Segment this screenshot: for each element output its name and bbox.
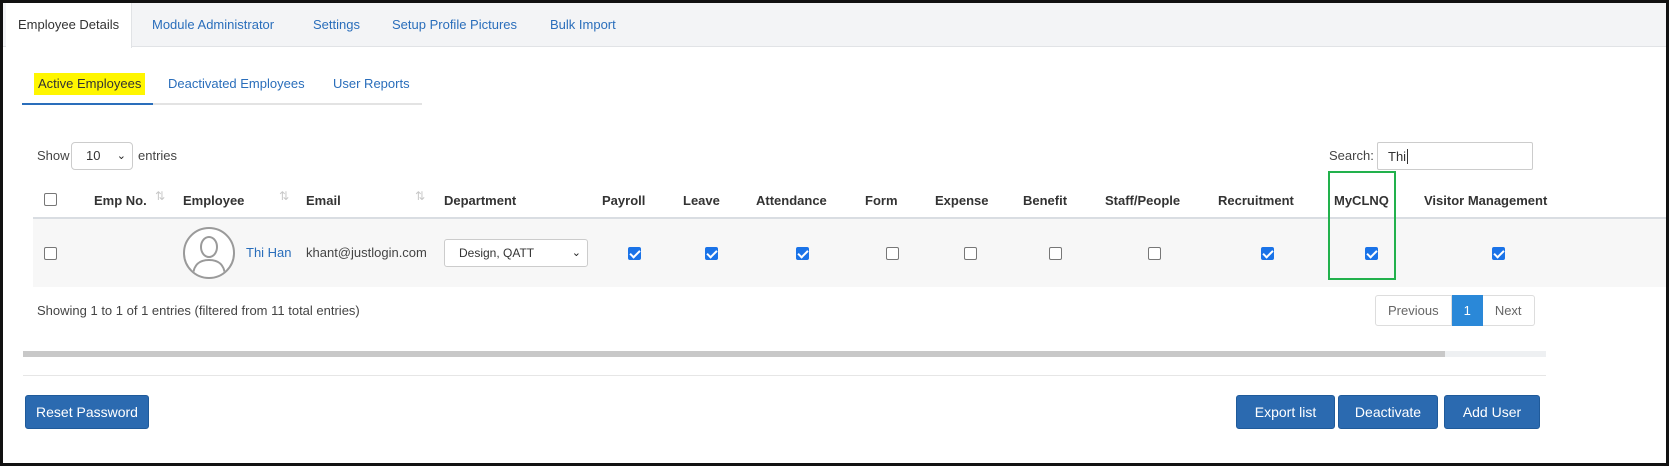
col-visitor-management: Visitor Management (1424, 193, 1548, 208)
page-1-button[interactable]: 1 (1451, 295, 1483, 326)
footer-divider (23, 375, 1546, 376)
next-button[interactable]: Next (1482, 295, 1535, 326)
col-expense: Expense (935, 193, 989, 208)
app-frame: Employee Details Module Administrator Se… (0, 0, 1669, 466)
employee-email: khant@justlogin.com (306, 245, 427, 260)
table-info: Showing 1 to 1 of 1 entries (filtered fr… (37, 303, 360, 318)
reset-password-button[interactable]: Reset Password (25, 395, 149, 429)
col-employee[interactable]: Employee (183, 193, 244, 208)
expense-checkbox[interactable] (964, 247, 977, 260)
search-label: Search: (1329, 148, 1374, 163)
col-emp-no[interactable]: Emp No. (94, 193, 147, 208)
col-email[interactable]: Email (306, 193, 341, 208)
myclnq-highlight-annotation (1328, 171, 1396, 280)
tab-bulk-import[interactable]: Bulk Import (550, 3, 616, 47)
previous-button[interactable]: Previous (1375, 295, 1452, 326)
tab-module-administrator[interactable]: Module Administrator (152, 3, 274, 47)
col-recruitment: Recruitment (1218, 193, 1294, 208)
row-select-checkbox[interactable] (44, 247, 57, 260)
search-input[interactable]: Thi (1377, 142, 1533, 170)
tab-settings[interactable]: Settings (313, 3, 360, 47)
select-all-checkbox[interactable] (44, 193, 57, 206)
col-department: Department (444, 193, 517, 208)
subtab-active-employees[interactable]: Active Employees (34, 73, 146, 95)
col-payroll: Payroll (602, 193, 646, 208)
chevron-down-icon: ⌄ (116, 150, 126, 162)
entries-select[interactable]: 10 ⌄ (71, 142, 133, 170)
search-value: Thi (1388, 149, 1407, 164)
department-value: Design, QATT (459, 246, 535, 260)
sort-icon[interactable]: ⇅ (155, 189, 165, 203)
user-placeholder-icon (192, 236, 226, 276)
top-tab-bar: Employee Details Module Administrator Se… (3, 3, 1666, 48)
sort-icon[interactable]: ⇅ (279, 189, 289, 203)
tab-employee-details[interactable]: Employee Details (6, 3, 133, 48)
visitor-management-checkbox[interactable] (1492, 247, 1505, 260)
col-leave: Leave (683, 193, 720, 208)
chevron-down-icon: ⌄ (571, 247, 581, 259)
deactivate-button[interactable]: Deactivate (1338, 395, 1438, 429)
col-benefit: Benefit (1023, 193, 1068, 208)
col-attendance: Attendance (756, 193, 827, 208)
scrollbar-thumb[interactable] (23, 351, 1445, 357)
col-staff-people: Staff/People (1105, 193, 1181, 208)
employee-name-link[interactable]: Thi Han (246, 245, 292, 260)
tab-setup-profile-pictures[interactable]: Setup Profile Pictures (392, 3, 517, 47)
subtab-active-indicator (22, 103, 153, 105)
avatar (183, 227, 235, 279)
subtab-user-reports[interactable]: User Reports (333, 73, 410, 95)
entries-label: entries (138, 148, 178, 163)
payroll-checkbox[interactable] (628, 247, 641, 260)
department-select[interactable]: Design, QATT ⌄ (444, 239, 588, 267)
recruitment-checkbox[interactable] (1261, 247, 1274, 260)
subtab-deactivated-employees[interactable]: Deactivated Employees (168, 73, 305, 95)
col-form: Form (865, 193, 898, 208)
benefit-checkbox[interactable] (1049, 247, 1062, 260)
staff-people-checkbox[interactable] (1148, 247, 1161, 260)
attendance-checkbox[interactable] (796, 247, 809, 260)
entries-value: 10 (86, 148, 101, 163)
pagination: Previous 1 Next (1375, 295, 1535, 326)
add-user-button[interactable]: Add User (1444, 395, 1540, 429)
show-label: Show (37, 148, 70, 163)
export-list-button[interactable]: Export list (1236, 395, 1335, 429)
leave-checkbox[interactable] (705, 247, 718, 260)
sort-icon[interactable]: ⇅ (415, 189, 425, 203)
form-checkbox[interactable] (886, 247, 899, 260)
